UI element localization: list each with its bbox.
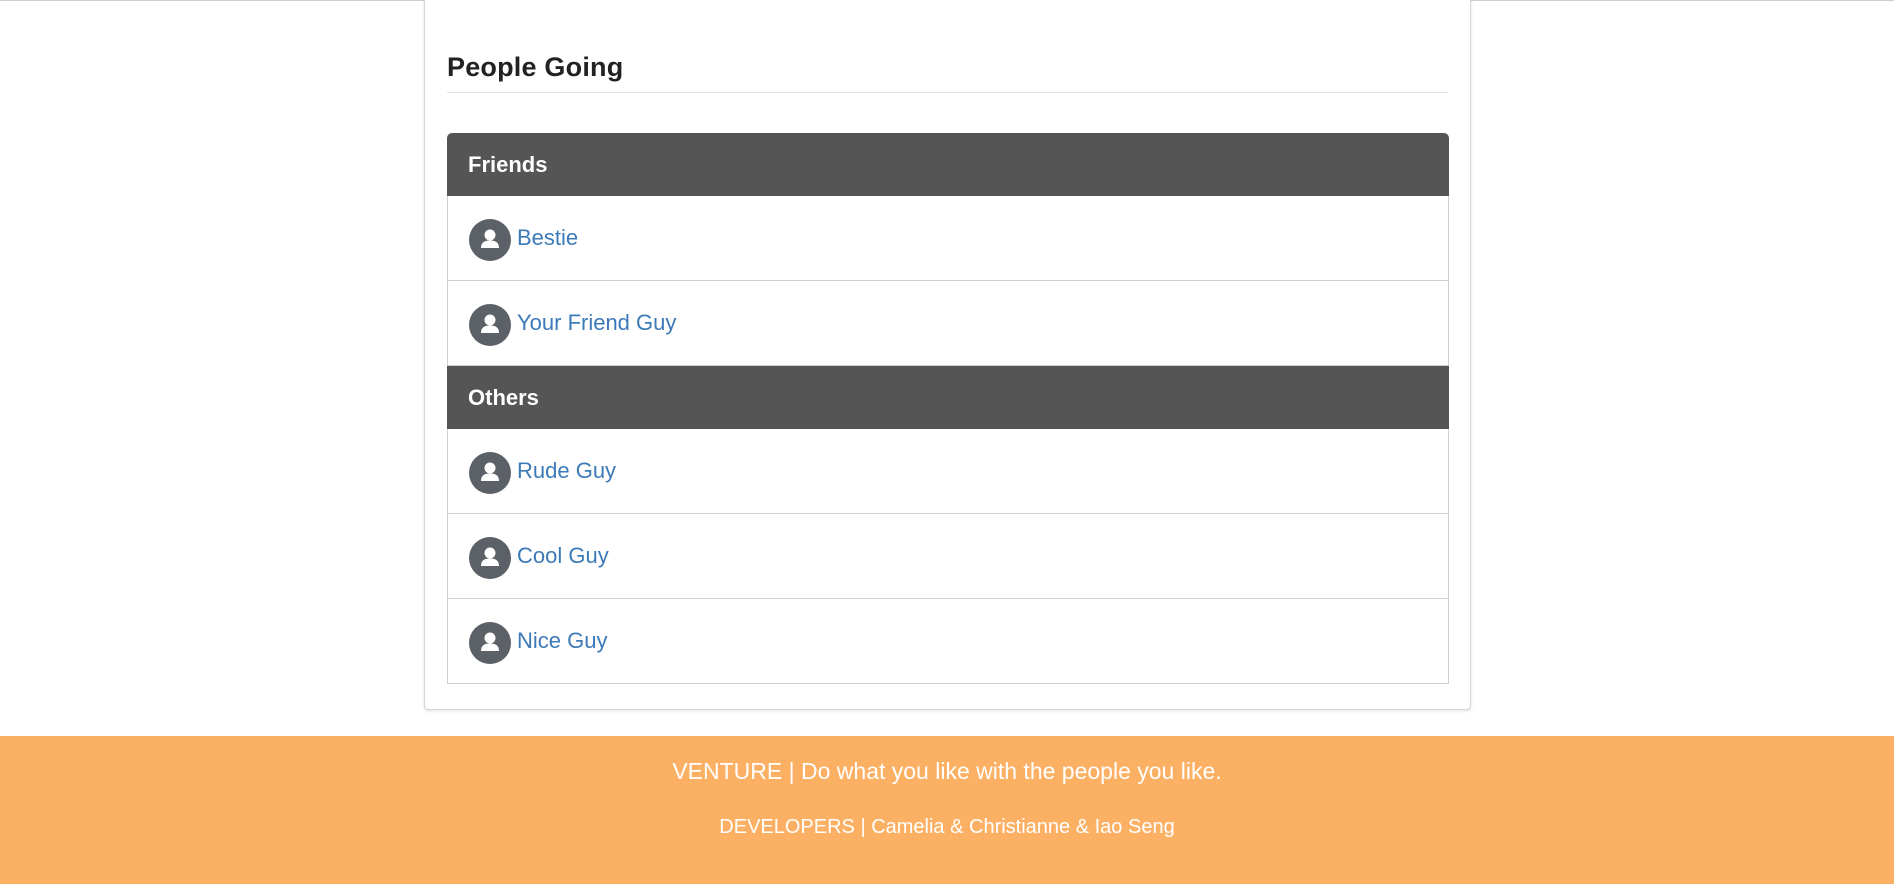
user-avatar-icon bbox=[469, 622, 511, 664]
title-divider bbox=[447, 92, 1448, 93]
site-footer: VENTURE | Do what you like with the peop… bbox=[0, 736, 1894, 884]
list-item: Rude Guy bbox=[447, 429, 1449, 514]
list-item: Your Friend Guy bbox=[447, 281, 1449, 366]
list-item: Cool Guy bbox=[447, 514, 1449, 599]
person-link-your-friend-guy[interactable]: Your Friend Guy bbox=[517, 310, 676, 336]
group-label: Others bbox=[468, 384, 539, 410]
group-header-others: Others bbox=[447, 366, 1449, 429]
user-avatar-icon bbox=[469, 537, 511, 579]
footer-tagline: VENTURE | Do what you like with the peop… bbox=[672, 758, 1222, 784]
list-item: Bestie bbox=[447, 196, 1449, 281]
user-avatar-icon bbox=[469, 219, 511, 261]
person-link-cool-guy[interactable]: Cool Guy bbox=[517, 543, 609, 569]
list-item: Nice Guy bbox=[447, 599, 1449, 684]
group-label: Friends bbox=[468, 151, 548, 177]
person-link-nice-guy[interactable]: Nice Guy bbox=[517, 628, 607, 654]
group-header-friends: Friends bbox=[447, 133, 1449, 196]
footer-developers: DEVELOPERS | Camelia & Christianne & Iao… bbox=[719, 816, 1175, 838]
page-title: People Going bbox=[447, 52, 624, 82]
user-avatar-icon bbox=[469, 452, 511, 494]
person-link-rude-guy[interactable]: Rude Guy bbox=[517, 458, 616, 484]
people-list: Friends Bestie Your Friend Guy Others Ru… bbox=[447, 133, 1449, 684]
user-avatar-icon bbox=[469, 304, 511, 346]
person-link-bestie[interactable]: Bestie bbox=[517, 225, 578, 251]
